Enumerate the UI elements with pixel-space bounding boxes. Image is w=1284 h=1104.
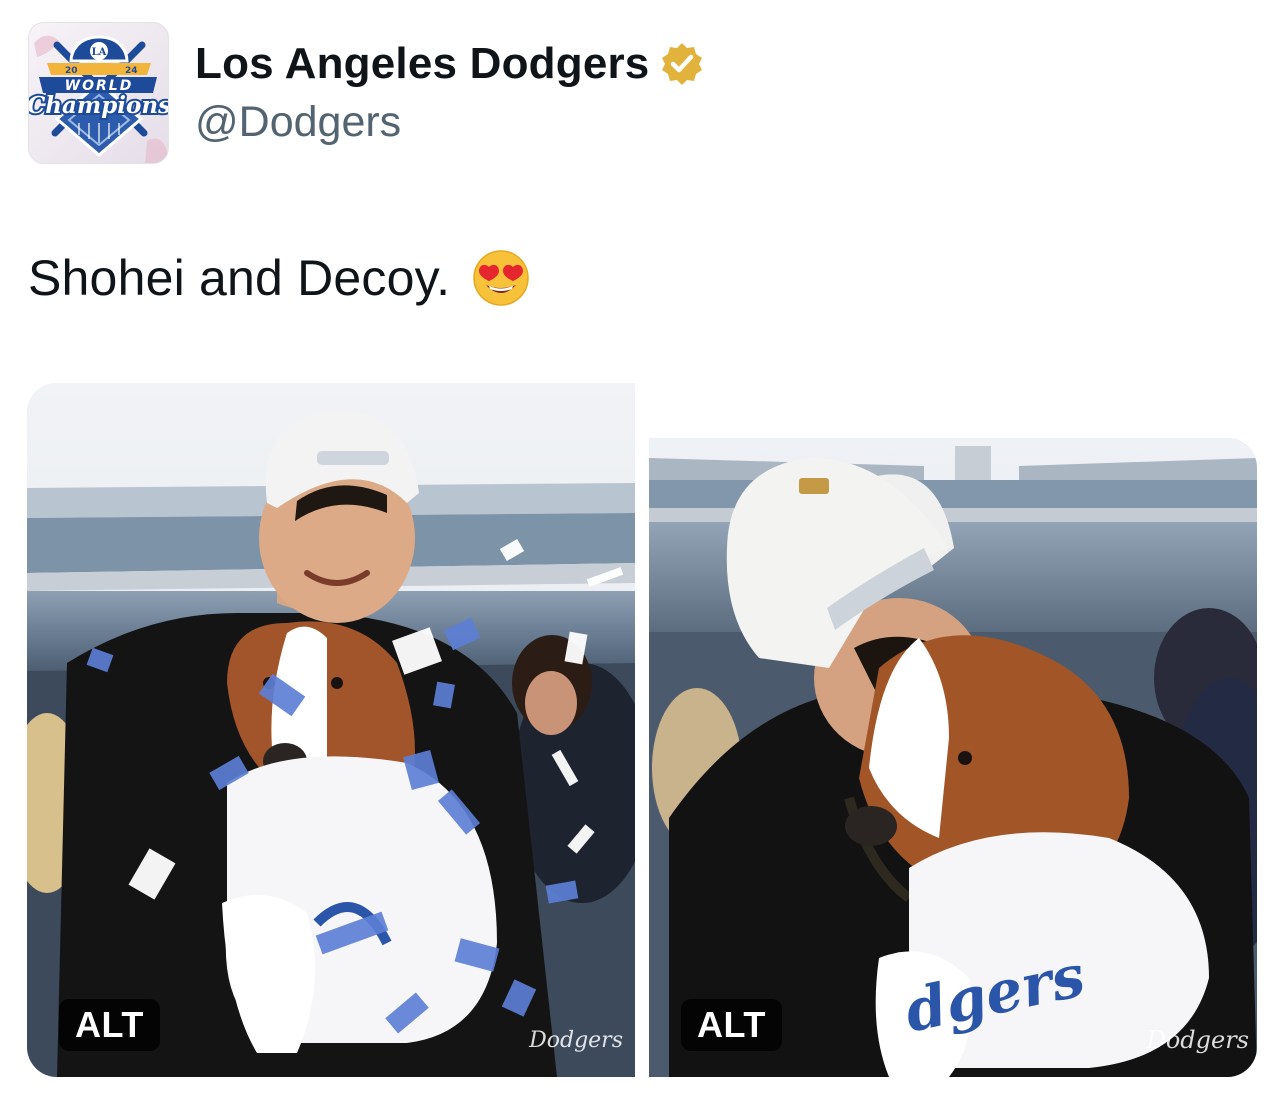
alt-badge-1[interactable]: ALT (59, 999, 160, 1051)
avatar-champions-text: Champions (29, 92, 169, 119)
heart-eyes-emoji-icon (472, 249, 530, 307)
media-photo-2[interactable]: dgers Dodgers ALT (649, 438, 1257, 1077)
world-champions-logo-icon: LA 20 24 WORLD Champions (29, 23, 169, 163)
profile-avatar[interactable]: LA 20 24 WORLD Champions (28, 22, 169, 164)
display-name[interactable]: Los Angeles Dodgers (195, 38, 649, 90)
alt-badge-2[interactable]: ALT (681, 999, 782, 1051)
tweet-text: Shohei and Decoy. (28, 250, 451, 306)
author-names: Los Angeles Dodgers @Dodgers (195, 38, 705, 148)
avatar-cap-logo: LA (92, 47, 107, 58)
avatar-year-right: 24 (125, 66, 138, 76)
avatar-year-left: 20 (65, 66, 78, 76)
verified-badge-icon[interactable] (659, 41, 705, 87)
display-name-row: Los Angeles Dodgers (195, 38, 705, 90)
photo-1-watermark: Dodgers (528, 1028, 623, 1053)
media-grid: Dodgers ALT dgers Dodgers ALT (27, 383, 1257, 1077)
author-handle[interactable]: @Dodgers (195, 96, 705, 148)
photo-2-watermark: Dodgers (1146, 1026, 1249, 1054)
photo-shohei-holding-decoy-confetti-icon: Dodgers (27, 383, 635, 1077)
media-photo-1[interactable]: Dodgers ALT (27, 383, 635, 1077)
tweet-body: Shohei and Decoy. (28, 246, 530, 310)
photo-shohei-kissing-decoy-icon: dgers Dodgers (649, 438, 1257, 1077)
tweet-header: LA 20 24 WORLD Champions Los Angeles Dod… (28, 22, 705, 166)
